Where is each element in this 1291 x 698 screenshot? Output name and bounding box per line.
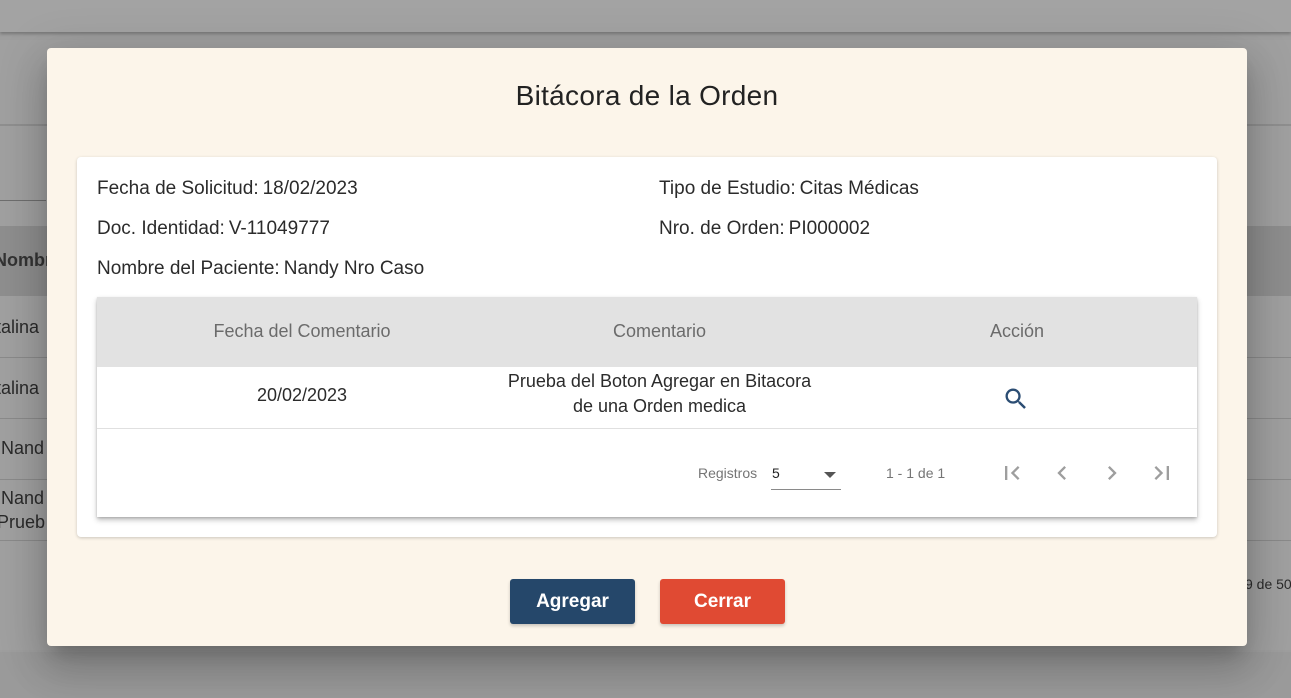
previous-page-icon xyxy=(1057,466,1066,480)
chevron-down-icon xyxy=(824,472,836,478)
first-page-button[interactable] xyxy=(998,459,1026,487)
background-cell: Nand xyxy=(1,488,45,508)
tipo-estudio-label: Tipo de Estudio: xyxy=(659,178,796,199)
agregar-button[interactable]: Agregar xyxy=(510,579,635,624)
table-row: 20/02/2023 Prueba del Boton Agregar en B… xyxy=(97,367,1197,429)
fecha-solicitud-value: 18/02/2023 xyxy=(262,178,358,199)
page-size-label: Registros xyxy=(698,465,758,481)
previous-page-button[interactable] xyxy=(1048,459,1076,487)
page-range: 1 - 1 de 1 xyxy=(886,465,946,481)
nro-orden-value: PI000002 xyxy=(788,218,871,239)
bitacora-dialog: Bitácora de la Orden Fecha de Solicitud:… xyxy=(47,48,1247,646)
nro-orden-label: Nro. de Orden: xyxy=(659,218,785,239)
column-header-comentario[interactable]: Comentario xyxy=(477,321,842,342)
cell-comentario: Prueba del Boton Agregar en Bitacora de … xyxy=(467,369,852,419)
background-column-header: Nombr xyxy=(0,250,52,270)
next-page-icon xyxy=(1108,466,1117,480)
background-pagination: 9 de 50 xyxy=(1245,576,1291,592)
order-info-card: Fecha de Solicitud: 18/02/2023 Tipo de Es… xyxy=(77,157,1217,537)
background-topbar xyxy=(0,0,1291,32)
tipo-estudio: Tipo de Estudio: Citas Médicas xyxy=(659,178,919,200)
comentario-line: de una Orden medica xyxy=(572,396,747,416)
paciente-label: Nombre del Paciente: xyxy=(97,258,280,279)
background-cell: talina xyxy=(0,378,40,398)
cerrar-button[interactable]: Cerrar xyxy=(660,579,785,624)
background-cell: Nand xyxy=(1,438,45,458)
column-header-accion[interactable]: Acción xyxy=(917,321,1117,342)
doc-identidad-value: V-11049777 xyxy=(228,218,330,239)
first-page-icon xyxy=(1005,466,1020,480)
last-page-button[interactable] xyxy=(1148,459,1176,487)
paciente-value: Nandy Nro Caso xyxy=(283,258,425,279)
background-footer xyxy=(0,652,1291,698)
nro-orden: Nro. de Orden: PI000002 xyxy=(659,218,870,240)
cell-fecha: 20/02/2023 xyxy=(256,385,348,405)
page-size-value: 5 xyxy=(772,465,780,481)
column-header-fecha[interactable]: Fecha del Comentario xyxy=(167,321,437,342)
fecha-solicitud-label: Fecha de Solicitud: xyxy=(97,178,259,199)
nombre-paciente: Nombre del Paciente: Nandy Nro Caso xyxy=(97,258,424,280)
background-input-underline xyxy=(0,200,46,201)
view-comment-button[interactable] xyxy=(1002,385,1030,413)
fecha-solicitud: Fecha de Solicitud: 18/02/2023 xyxy=(97,178,358,200)
page-size-select[interactable]: 5 xyxy=(771,459,841,490)
doc-identidad-label: Doc. Identidad: xyxy=(97,218,225,239)
next-page-button[interactable] xyxy=(1098,459,1126,487)
table-header: Fecha del Comentario Comentario Acción xyxy=(97,297,1197,367)
comentario-line: Prueba del Boton Agregar en Bitacora xyxy=(507,371,812,391)
dialog-title: Bitácora de la Orden xyxy=(515,80,779,111)
search-icon xyxy=(1005,388,1026,409)
table-paginator: Registros 5 1 - 1 de 1 xyxy=(97,429,1197,517)
background-cell: Prueb xyxy=(0,512,46,532)
background-cell: talina xyxy=(0,317,40,337)
last-page-icon xyxy=(1154,466,1169,480)
comments-table: Fecha del Comentario Comentario Acción 2… xyxy=(97,297,1197,517)
tipo-estudio-value: Citas Médicas xyxy=(799,178,919,199)
doc-identidad: Doc. Identidad: V-11049777 xyxy=(97,218,330,240)
